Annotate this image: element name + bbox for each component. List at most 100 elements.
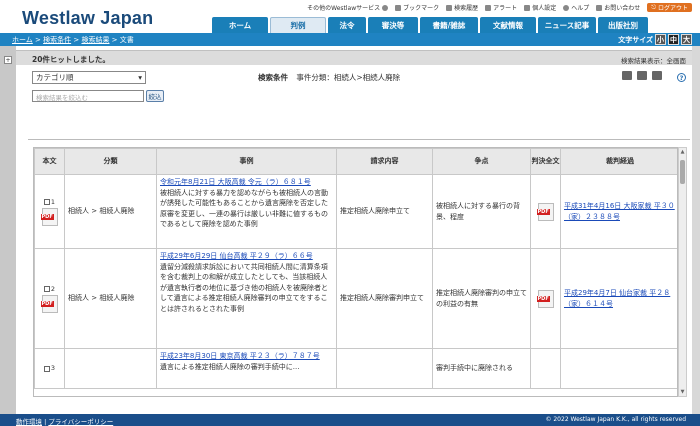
row-checkbox[interactable] <box>43 365 50 372</box>
chevron-down-icon: ▾ <box>138 73 142 82</box>
case-link[interactable]: 平成29年6月29日 仙台高裁 平２９（ラ）６６号 <box>160 252 313 260</box>
right-strip <box>692 46 700 414</box>
personal-settings-link[interactable]: 個人設定 <box>524 3 556 12</box>
user-icon <box>524 4 531 11</box>
tab-decisions[interactable]: 審決等 <box>368 17 418 33</box>
footer-env-link[interactable]: 動作環境 <box>16 418 42 426</box>
column-header-issue: 争点 <box>432 148 531 175</box>
table-header-row: 本文 分類 事例 請求内容 争点 判決全文 裁判経過 <box>34 148 677 175</box>
case-link[interactable]: 平成23年8月30日 東京高裁 平２３（ラ）７８７号 <box>160 352 320 360</box>
row-checkbox[interactable] <box>43 286 50 292</box>
print-icon[interactable] <box>622 71 632 80</box>
logout-button[interactable]: ⎋ ログアウト <box>647 3 692 12</box>
arrow-circle-icon <box>382 4 389 11</box>
row-category <box>64 348 157 389</box>
tab-home[interactable]: ホーム <box>212 17 268 33</box>
narrow-button[interactable]: 絞込 <box>146 90 164 102</box>
tab-publishers[interactable]: 出版社別 <box>598 17 648 33</box>
pdf-icon[interactable]: PDF <box>40 295 58 314</box>
results-panel: カテゴリ順 ▾ 検索結果を絞込む 絞込 検索条件 事件分類：相続人>相続人廃除 … <box>28 67 690 414</box>
mail-icon <box>596 4 603 11</box>
font-size-control: 文字サイズ 小 中 大 <box>618 34 692 45</box>
row-checkbox[interactable] <box>43 199 50 205</box>
row-number: 1 <box>50 197 56 206</box>
alert-icon <box>485 4 492 11</box>
breadcrumb-conditions[interactable]: 検索条件 <box>43 36 71 44</box>
main-nav: ホーム 判例 法令 審決等 書籍/雑誌 文献情報 ニュース記事 出版社別 <box>212 17 648 33</box>
row-claim: 推定相続人廃除申立て <box>336 174 433 249</box>
divider <box>28 139 690 140</box>
expand-icon[interactable]: + <box>4 56 12 64</box>
row-claim <box>336 348 433 389</box>
row-number: 2 <box>50 284 56 293</box>
vertical-scrollbar[interactable]: ▲ ▼ <box>678 147 687 397</box>
other-services-link[interactable]: その他のWestlawサービス <box>307 3 389 12</box>
bookmark-icon <box>395 4 402 11</box>
row-history <box>560 348 677 389</box>
breadcrumb-results[interactable]: 検索結果 <box>81 36 109 44</box>
results-bar: 20件ヒットしました。 検索結果表示：全画面 <box>16 50 692 65</box>
download-icon[interactable] <box>637 71 647 80</box>
footer-privacy-link[interactable]: プライバシーポリシー <box>48 418 113 426</box>
history-link[interactable]: 検索履歴 <box>446 3 478 12</box>
column-header-category: 分類 <box>64 148 157 175</box>
bookmark-link[interactable]: ブックマーク <box>395 3 439 12</box>
footer: 動作環境 | プライバシーポリシー © 2022 Westlaw Japan K… <box>0 414 700 426</box>
footer-links: 動作環境 | プライバシーポリシー <box>16 418 114 426</box>
tab-laws[interactable]: 法令 <box>328 17 366 33</box>
scroll-up-icon[interactable]: ▲ <box>680 149 685 155</box>
table-row: 2 PDF 相続人 > 相続人廃除 平成29年6月29日 仙台高裁 平２９（ラ）… <box>34 248 677 349</box>
results-table: 本文 分類 事例 請求内容 争点 判決全文 裁判経過 1 PDF 相続人 > 相… <box>34 148 677 389</box>
header: Westlaw Japan その他のWestlawサービス ブックマーク 検索履… <box>0 0 700 33</box>
sort-select[interactable]: カテゴリ順 ▾ <box>32 71 146 84</box>
row-issue: 被相続人に対する暴行の背景、程度 <box>432 174 531 249</box>
display-mode[interactable]: 検索結果表示：全画面 <box>621 55 686 65</box>
row-issue: 推定相続人廃除審判の申立ての利益の有無 <box>432 248 531 349</box>
column-header-body: 本文 <box>34 148 65 175</box>
breadcrumb-bar: ホーム > 検索条件 > 検索結果 > 文書 文字サイズ 小 中 大 <box>0 33 700 46</box>
font-size-large-button[interactable]: 大 <box>681 34 692 45</box>
row-number: 3 <box>50 364 56 373</box>
judgment-pdf-icon[interactable]: PDF <box>536 202 554 221</box>
case-summary: 遺留分減殺請求訴訟において共同相続人間に清算条項を含む裁判上の和解が成立したとし… <box>160 262 328 313</box>
scrollbar-thumb[interactable] <box>680 160 685 184</box>
history-link[interactable]: 平成31年4月16日 大阪家裁 平３０（家）２３８８号 <box>564 202 675 221</box>
breadcrumb: ホーム > 検索条件 > 検索結果 > 文書 <box>12 36 134 44</box>
help-link[interactable]: ヘルプ <box>563 3 589 12</box>
copyright: © 2022 Westlaw Japan K.K., all rights re… <box>545 416 686 423</box>
font-size-medium-button[interactable]: 中 <box>668 34 679 45</box>
narrow-search-input[interactable]: 検索結果を絞込む <box>32 90 144 102</box>
mail-icon[interactable] <box>652 71 662 80</box>
breadcrumb-current: > 文書 <box>109 36 134 44</box>
logout-icon: ⎋ <box>651 3 656 11</box>
search-conditions: 検索条件 事件分類：相続人>相続人廃除 <box>258 72 400 83</box>
column-header-claim: 請求内容 <box>336 148 433 175</box>
search-conditions-value: 事件分類：相続人>相続人廃除 <box>296 73 401 82</box>
case-link[interactable]: 令和元年8月21日 大阪高裁 令元（ラ）６８１号 <box>160 178 311 186</box>
tab-books[interactable]: 書籍/雑誌 <box>420 17 478 33</box>
judgment-pdf-icon[interactable]: PDF <box>536 289 554 308</box>
inquiry-link[interactable]: お問い合わせ <box>596 3 640 12</box>
column-header-history: 裁判経過 <box>560 148 677 175</box>
scroll-down-icon[interactable]: ▼ <box>680 389 685 395</box>
pdf-icon[interactable]: PDF <box>40 208 58 227</box>
row-category: 相続人 > 相続人廃除 <box>64 174 157 249</box>
help-icon <box>563 4 570 11</box>
history-link[interactable]: 平成29年4月7日 仙台家裁 平２８（家）６１４号 <box>564 289 670 308</box>
results-table-container[interactable]: 本文 分類 事例 請求内容 争点 判決全文 裁判経過 1 PDF 相続人 > 相… <box>33 147 678 397</box>
font-size-label: 文字サイズ <box>618 35 653 44</box>
breadcrumb-home[interactable]: ホーム <box>12 36 33 44</box>
table-row: 1 PDF 相続人 > 相続人廃除 令和元年8月21日 大阪高裁 令元（ラ）６８… <box>34 174 677 249</box>
column-header-case: 事例 <box>156 148 337 175</box>
font-size-small-button[interactable]: 小 <box>655 34 666 45</box>
tab-cases[interactable]: 判例 <box>270 17 326 33</box>
column-header-judgment-full: 判決全文 <box>530 148 561 175</box>
case-summary: 被相続人に対する暴力を認めながらも被相続人の言動が誘発した可能性もあることから遺… <box>160 188 328 229</box>
utility-links: その他のWestlawサービス ブックマーク 検索履歴 アラート 個人設定 ヘル… <box>307 3 692 12</box>
alert-link[interactable]: アラート <box>485 3 517 12</box>
tab-news[interactable]: ニュース記事 <box>538 17 596 33</box>
help-icon[interactable]: ? <box>677 73 686 82</box>
tab-literature[interactable]: 文献情報 <box>480 17 536 33</box>
logo[interactable]: Westlaw Japan <box>22 8 153 29</box>
case-summary: 遺言による推定相続人廃除の審判手続中に... <box>160 362 300 371</box>
